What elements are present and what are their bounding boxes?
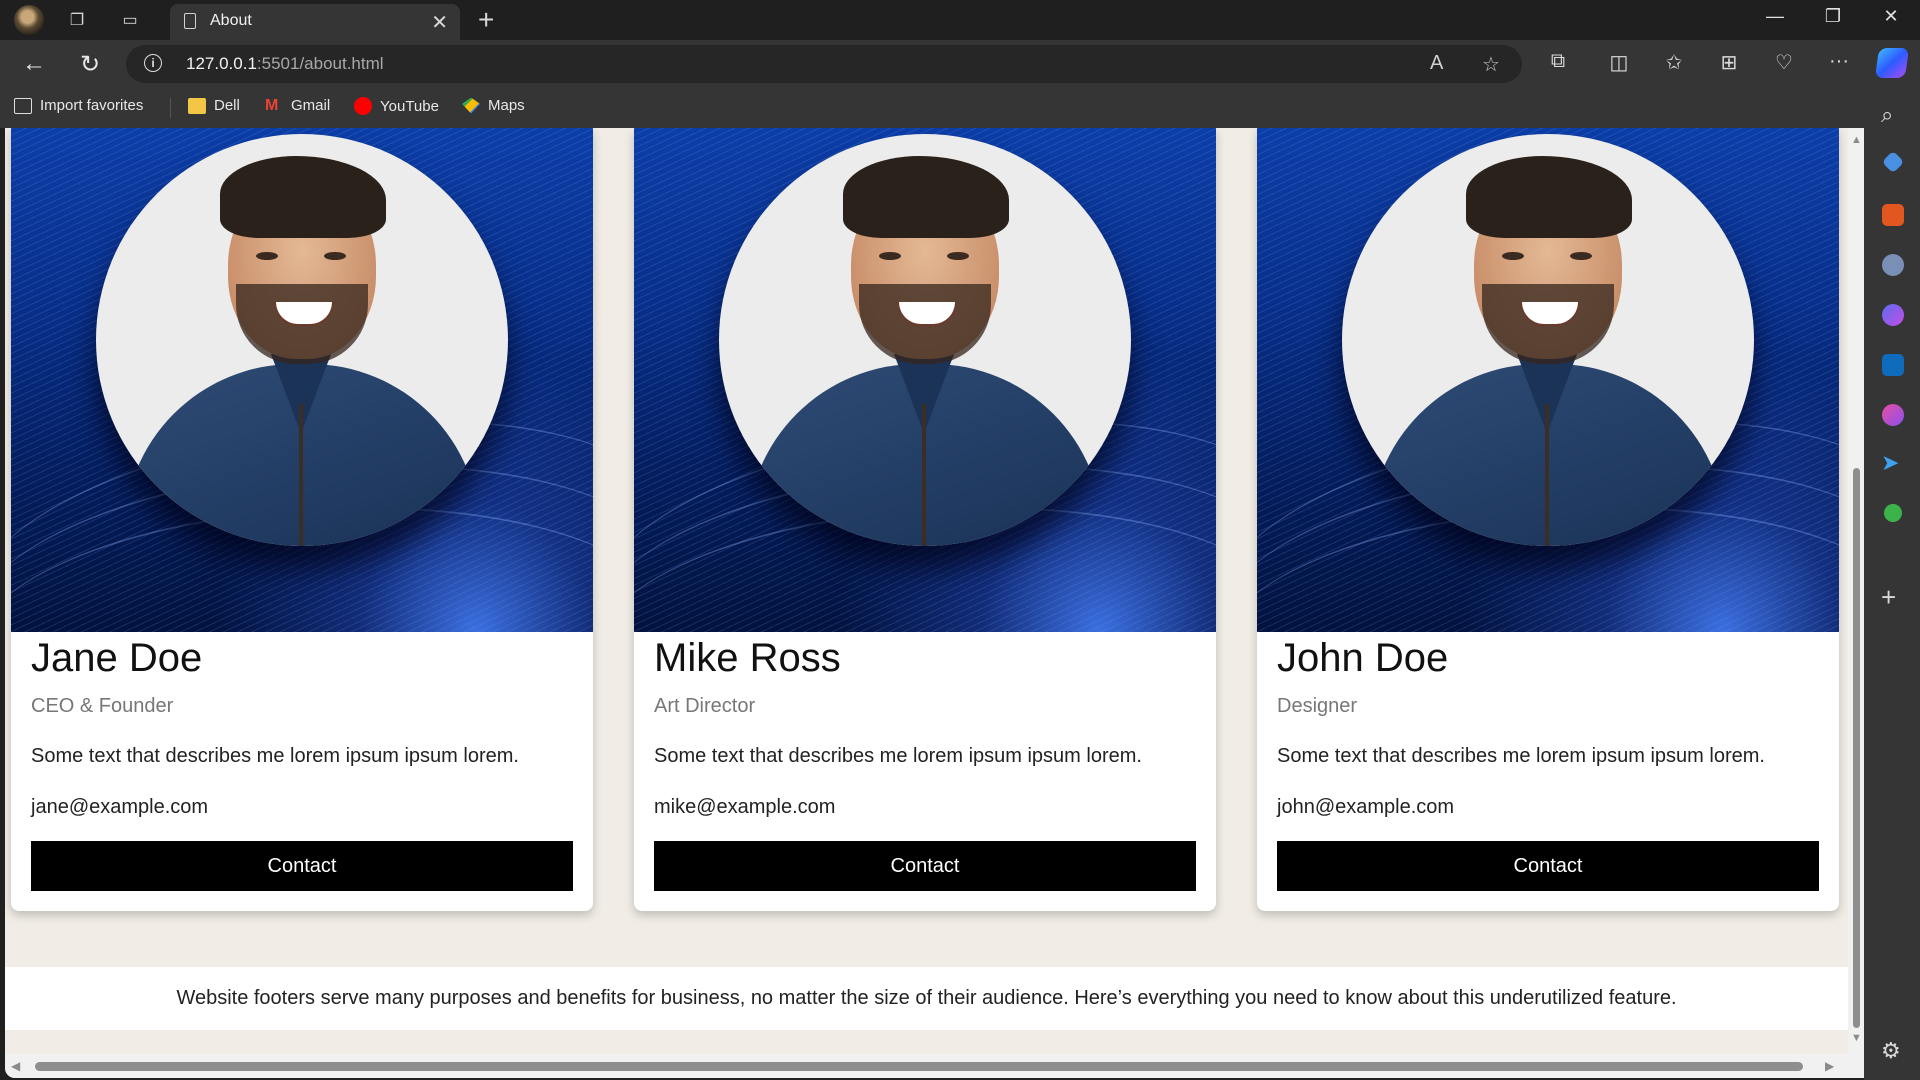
scroll-up-icon[interactable]: ▲ xyxy=(1851,134,1862,146)
copilot-sidebar-icon[interactable] xyxy=(1882,304,1904,326)
games-icon[interactable] xyxy=(1882,254,1904,276)
horizontal-scroll-thumb[interactable] xyxy=(35,1062,1803,1071)
fav-import-favorites[interactable]: Import favorites xyxy=(14,97,143,114)
profile-avatar[interactable] xyxy=(14,5,44,35)
scrollbar-corner xyxy=(1848,1054,1864,1078)
member-email: john@example.com xyxy=(1277,796,1455,818)
contact-button[interactable]: Contact xyxy=(654,841,1196,891)
member-role: Designer xyxy=(1277,695,1358,717)
scroll-right-icon[interactable]: ▶ xyxy=(1825,1059,1834,1073)
profile-photo xyxy=(1342,134,1754,546)
shopping-tag-icon[interactable] xyxy=(1881,150,1905,174)
scroll-down-icon[interactable]: ▼ xyxy=(1851,1032,1862,1044)
address-bar[interactable]: i 127.0.0.1:5501/about.html A ☆ xyxy=(126,45,1522,83)
toolbar: ← ↻ i 127.0.0.1:5501/about.html A ☆ ⧉ ◫ … xyxy=(0,40,1920,88)
fav-label: Gmail xyxy=(291,97,331,114)
fav-youtube[interactable]: YouTube xyxy=(354,97,439,115)
contact-button[interactable]: Contact xyxy=(31,841,573,891)
tree-icon[interactable] xyxy=(1884,504,1902,522)
search-icon[interactable]: ⌕ xyxy=(1881,102,1893,128)
tab-about[interactable]: About ✕ xyxy=(170,4,460,40)
gmail-icon: M xyxy=(265,96,279,114)
youtube-icon xyxy=(354,97,372,115)
member-email: mike@example.com xyxy=(654,796,836,818)
more-menu-icon[interactable]: ··· xyxy=(1821,50,1857,73)
maps-icon xyxy=(462,97,480,114)
scroll-left-icon[interactable]: ◀ xyxy=(11,1059,20,1073)
team-card: John Doe Designer Some text that describ… xyxy=(1257,128,1839,911)
read-aloud-icon[interactable]: A xyxy=(1430,52,1443,75)
designer-icon[interactable] xyxy=(1882,404,1904,426)
refresh-button[interactable]: ↻ xyxy=(70,50,110,79)
new-tab-button[interactable]: + xyxy=(478,4,494,36)
page-viewport: Jane Doe CEO & Founder Some text that de… xyxy=(5,128,1864,1078)
fav-label: YouTube xyxy=(380,97,439,115)
tab-title: About xyxy=(210,12,252,29)
site-info-icon[interactable]: i xyxy=(144,54,162,72)
favorites-divider xyxy=(170,98,171,118)
fav-label: Dell xyxy=(214,97,240,114)
member-role: CEO & Founder xyxy=(31,695,174,717)
favorites-bar: Import favorites Dell M Gmail YouTube Ma… xyxy=(0,88,1920,128)
page-icon xyxy=(184,13,196,29)
fav-maps[interactable]: Maps xyxy=(462,97,525,114)
add-sidebar-app-icon[interactable]: + xyxy=(1881,582,1896,613)
member-name: Mike Ross xyxy=(654,636,841,680)
vertical-scrollbar[interactable]: ▲ ▼ xyxy=(1848,128,1864,1054)
import-icon xyxy=(14,97,32,114)
team-card: Mike Ross Art Director Some text that de… xyxy=(634,128,1216,911)
edge-sidebar: ⌕ ➤ + ⚙ xyxy=(1864,88,1920,1080)
member-email: jane@example.com xyxy=(31,796,209,818)
member-description: Some text that describes me lorem ipsum … xyxy=(31,745,519,767)
close-window-button[interactable]: ✕ xyxy=(1864,6,1918,27)
horizontal-scrollbar[interactable]: ◀ ▶ xyxy=(5,1054,1848,1078)
url-text[interactable]: 127.0.0.1:5501/about.html xyxy=(186,54,384,74)
card-hero-image xyxy=(634,128,1216,632)
tools-icon[interactable] xyxy=(1882,204,1904,226)
fav-gmail[interactable]: M Gmail xyxy=(265,97,330,114)
page-footer: Website footers serve many purposes and … xyxy=(5,967,1848,1030)
member-description: Some text that describes me lorem ipsum … xyxy=(1277,745,1765,767)
member-description: Some text that describes me lorem ipsum … xyxy=(654,745,1142,767)
member-name: John Doe xyxy=(1277,636,1449,680)
fav-label: Import favorites xyxy=(40,97,144,114)
favorite-star-icon[interactable]: ☆ xyxy=(1482,52,1500,77)
workspaces-icon[interactable]: ❐ xyxy=(63,8,91,32)
settings-gear-icon[interactable]: ⚙ xyxy=(1881,1038,1901,1064)
back-button[interactable]: ← xyxy=(14,50,54,78)
close-tab-icon[interactable]: ✕ xyxy=(431,10,448,35)
collections-icon[interactable]: ⊞ xyxy=(1711,50,1747,75)
card-hero-image xyxy=(11,128,593,632)
favorites-icon[interactable]: ✩ xyxy=(1656,50,1692,75)
profile-photo xyxy=(96,134,508,546)
tab-bar: ❐ ▭ About ✕ + — ❐ ✕ xyxy=(0,0,1920,40)
vertical-scroll-thumb[interactable] xyxy=(1853,468,1860,1028)
team-card: Jane Doe CEO & Founder Some text that de… xyxy=(11,128,593,911)
browser-essentials-icon[interactable]: ♡ xyxy=(1766,50,1802,75)
member-name: Jane Doe xyxy=(31,636,203,680)
folder-icon xyxy=(188,97,206,114)
minimize-button[interactable]: — xyxy=(1748,6,1802,27)
split-screen-icon[interactable]: ◫ xyxy=(1601,50,1637,75)
telegram-icon[interactable]: ➤ xyxy=(1881,450,1899,476)
contact-button[interactable]: Contact xyxy=(1277,841,1819,891)
profile-photo xyxy=(719,134,1131,546)
fav-dell[interactable]: Dell xyxy=(188,97,240,114)
vertical-tabs-icon[interactable]: ▭ xyxy=(116,8,144,32)
fav-label: Maps xyxy=(488,97,525,114)
card-hero-image xyxy=(1257,128,1839,632)
extensions-icon[interactable]: ⧉ xyxy=(1540,50,1576,73)
member-role: Art Director xyxy=(654,695,756,717)
restore-button[interactable]: ❐ xyxy=(1806,6,1860,27)
outlook-icon[interactable] xyxy=(1882,354,1904,376)
copilot-icon[interactable] xyxy=(1874,48,1910,78)
